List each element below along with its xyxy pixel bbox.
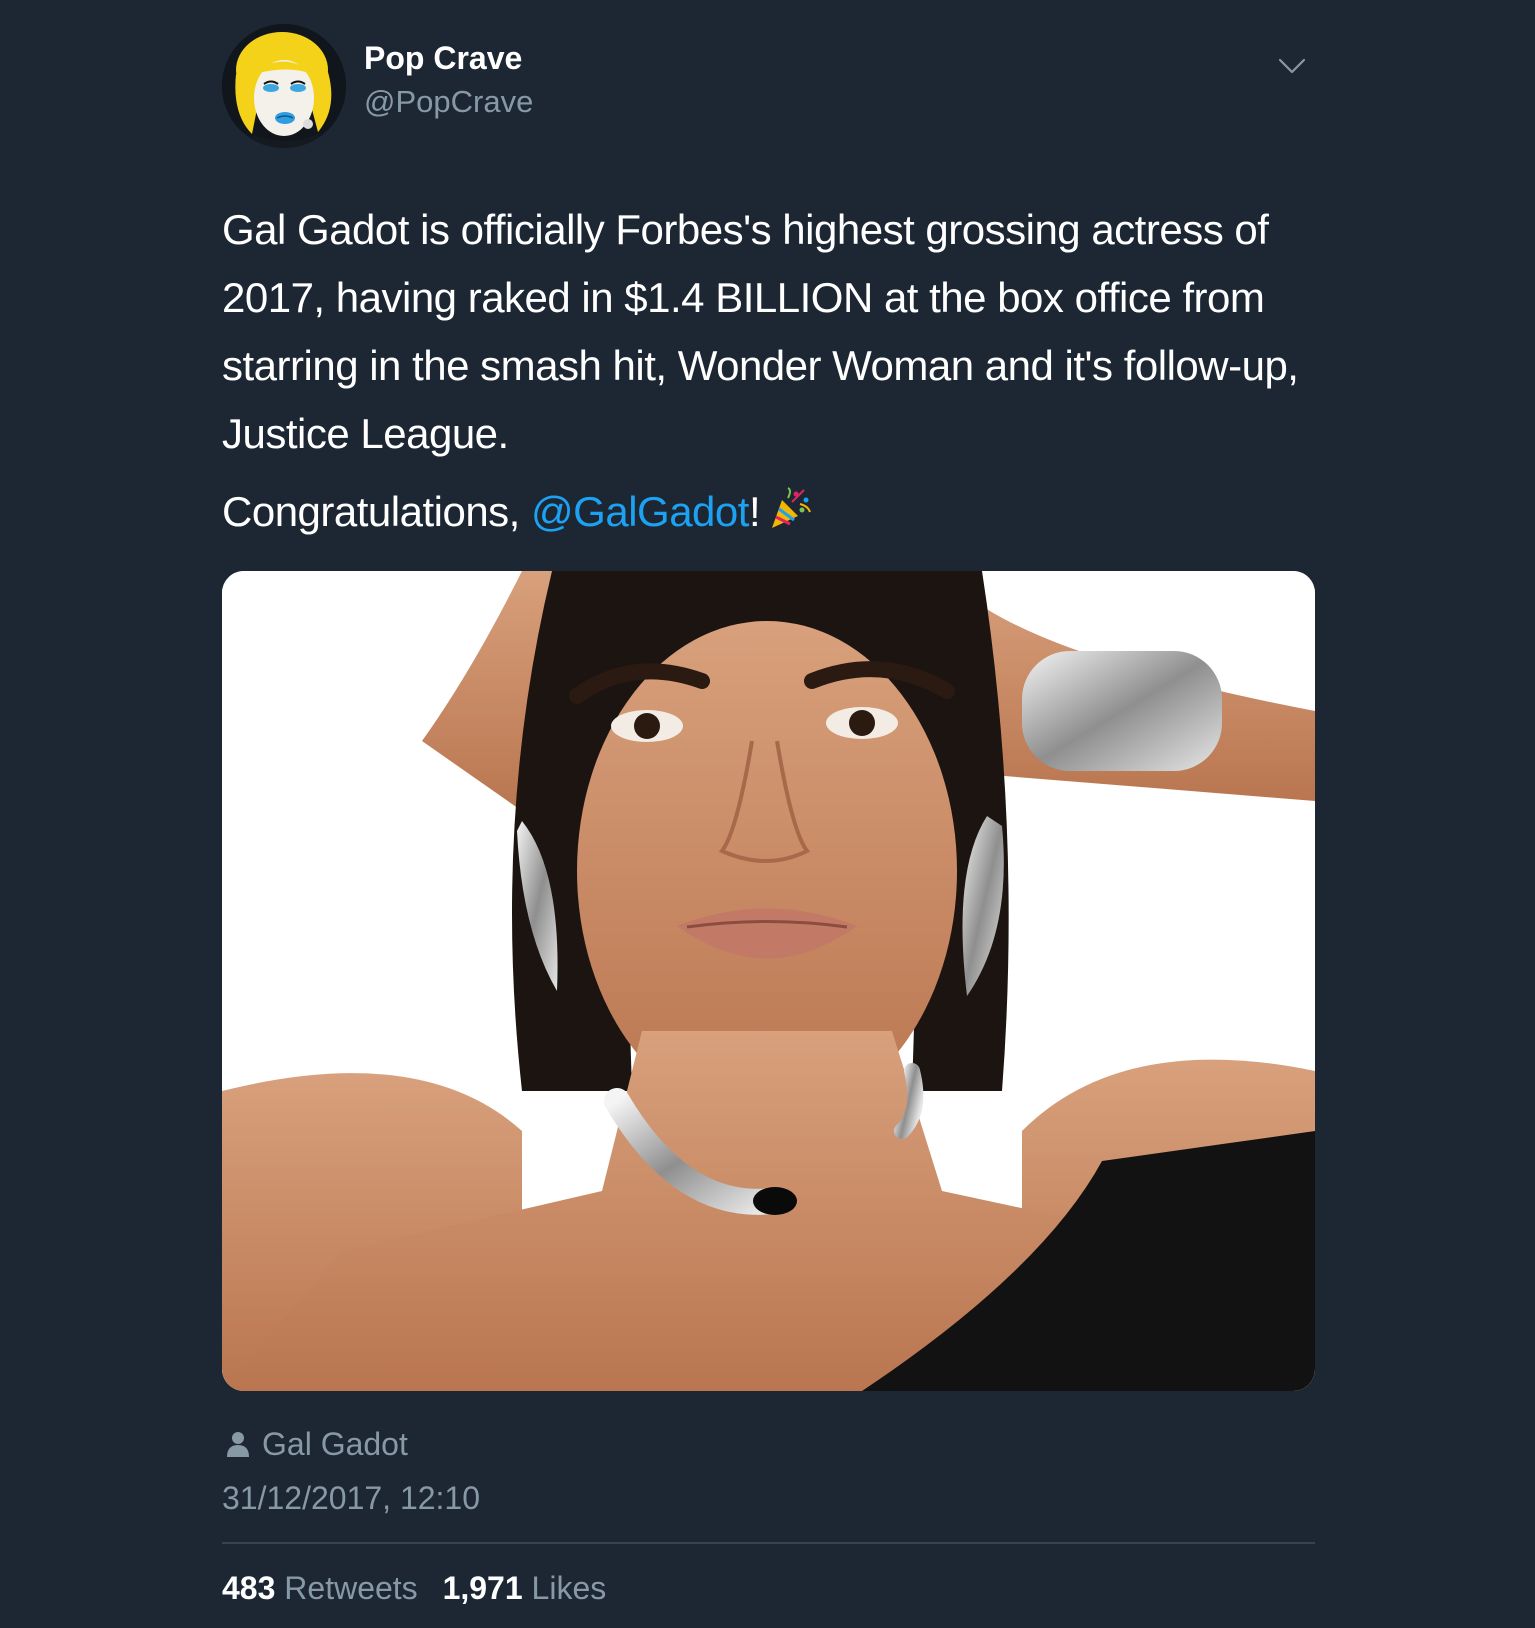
congrats-prefix: Congratulations,	[222, 488, 532, 535]
person-icon	[226, 1430, 250, 1458]
likes-count: 1,971	[442, 1570, 523, 1606]
likes-label: Likes	[531, 1570, 607, 1606]
user-name[interactable]: Pop Crave	[364, 42, 522, 74]
tweet-photo[interactable]	[222, 571, 1315, 1391]
party-popper-icon	[766, 486, 812, 532]
user-handle[interactable]: @PopCrave	[364, 86, 533, 117]
tweet-body: Gal Gadot is officially Forbes's highest…	[222, 206, 1299, 457]
tweet-congrats-line: Congratulations, @GalGadot!	[222, 478, 812, 546]
divider	[222, 1542, 1315, 1544]
portrait-photo	[222, 571, 1315, 1391]
chevron-down-icon[interactable]	[1277, 54, 1307, 78]
tweet-card: Pop Crave @PopCrave Gal Gadot is officia…	[222, 0, 1315, 1628]
retweets-count: 483	[222, 1570, 276, 1606]
retweets-label: Retweets	[284, 1570, 418, 1606]
pop-art-avatar-icon	[222, 24, 346, 148]
tagged-person[interactable]: Gal Gadot	[226, 1428, 408, 1460]
mention-link[interactable]: @GalGadot	[531, 488, 749, 535]
likes-stat[interactable]: 1,971 Likes	[443, 1570, 623, 1606]
tweet-stats: 483 Retweets 1,971 Likes	[222, 1572, 622, 1604]
tagged-person-name: Gal Gadot	[262, 1426, 408, 1462]
tweet-timestamp[interactable]: 31/12/2017, 12:10	[222, 1482, 480, 1514]
tweet-header: Pop Crave @PopCrave	[222, 24, 1315, 148]
tweet-text: Gal Gadot is officially Forbes's highest…	[222, 196, 1315, 468]
congrats-suffix: !	[748, 488, 761, 535]
retweets-stat[interactable]: 483 Retweets	[222, 1570, 434, 1606]
avatar[interactable]	[222, 24, 346, 148]
